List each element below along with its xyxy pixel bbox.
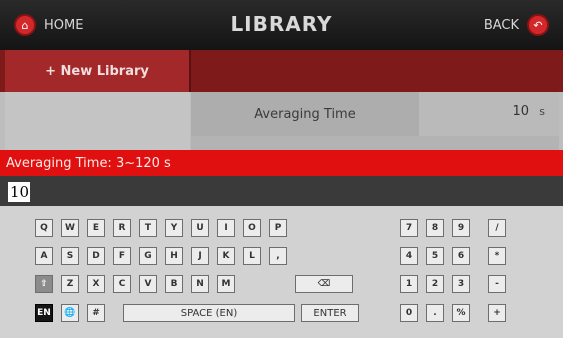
shift-key-icon[interactable]: ⇧ [35,275,53,293]
back-label: BACK [483,17,519,33]
key-e[interactable]: E [87,219,105,237]
averaging-time-unit: s [539,105,545,118]
key-t[interactable]: T [139,219,157,237]
numpad-key-8[interactable]: 8 [426,219,444,237]
key-g[interactable]: G [139,247,157,265]
numpad-key-5[interactable]: 5 [426,247,444,265]
key-m[interactable]: M [217,275,235,293]
key-j[interactable]: J [191,247,209,265]
key-h[interactable]: H [165,247,183,265]
key-s[interactable]: S [61,247,79,265]
toolbar-divider [189,50,191,92]
key-q[interactable]: Q [35,219,53,237]
hash-key[interactable]: # [87,304,105,322]
back-button[interactable]: BACK ↶ [484,13,549,37]
key-o[interactable]: O [243,219,261,237]
numpad-key-plus[interactable]: + [488,304,506,322]
enter-key[interactable]: ENTER [301,304,359,322]
averaging-time-label: Averaging Time [254,106,356,122]
averaging-time-value: 10 [512,104,529,119]
key-z[interactable]: Z [61,275,79,293]
value-input[interactable] [8,182,30,202]
key-n[interactable]: N [191,275,209,293]
key-b[interactable]: B [165,275,183,293]
key-k[interactable]: K [217,247,235,265]
key-d[interactable]: D [87,247,105,265]
key-i[interactable]: I [217,219,235,237]
numpad-key-6[interactable]: 6 [452,247,470,265]
numpad-key-2[interactable]: 2 [426,275,444,293]
key-w[interactable]: W [61,219,79,237]
key-r[interactable]: R [113,219,131,237]
new-library-button[interactable]: + New Library [5,50,189,92]
numpad-key-4[interactable]: 4 [400,247,418,265]
numpad-key-minus[interactable]: - [488,275,506,293]
key-l[interactable]: L [243,247,261,265]
key-c[interactable]: C [113,275,131,293]
space-key[interactable]: SPACE (EN) [123,304,295,322]
parameter-row-next [191,136,559,150]
numpad-key-percent[interactable]: % [452,304,470,322]
page-title: LIBRARY [230,12,333,36]
language-key[interactable]: EN [35,304,53,322]
key-v[interactable]: V [139,275,157,293]
numpad-key-9[interactable]: 9 [452,219,470,237]
input-hint: Averaging Time: 3~120 s [0,150,563,176]
numpad-key-3[interactable]: 3 [452,275,470,293]
numpad-key-0[interactable]: 0 [400,304,418,322]
numpad-key-slash[interactable]: / [488,219,506,237]
averaging-time-value-cell[interactable] [419,92,559,136]
numpad-key-7[interactable]: 7 [400,219,418,237]
key-f[interactable]: F [113,247,131,265]
numpad-key-dot[interactable]: . [426,304,444,322]
key-comma[interactable]: , [269,247,287,265]
library-list [5,92,190,150]
numpad-key-1[interactable]: 1 [400,275,418,293]
globe-key-icon[interactable]: 🌐 [61,304,79,322]
key-a[interactable]: A [35,247,53,265]
key-p[interactable]: P [269,219,287,237]
input-bar [0,176,563,206]
key-u[interactable]: U [191,219,209,237]
backspace-key-icon[interactable]: ⌫ [295,275,353,293]
back-arrow-icon: ↶ [527,14,549,36]
key-y[interactable]: Y [165,219,183,237]
key-x[interactable]: X [87,275,105,293]
numpad-key-asterisk[interactable]: * [488,247,506,265]
